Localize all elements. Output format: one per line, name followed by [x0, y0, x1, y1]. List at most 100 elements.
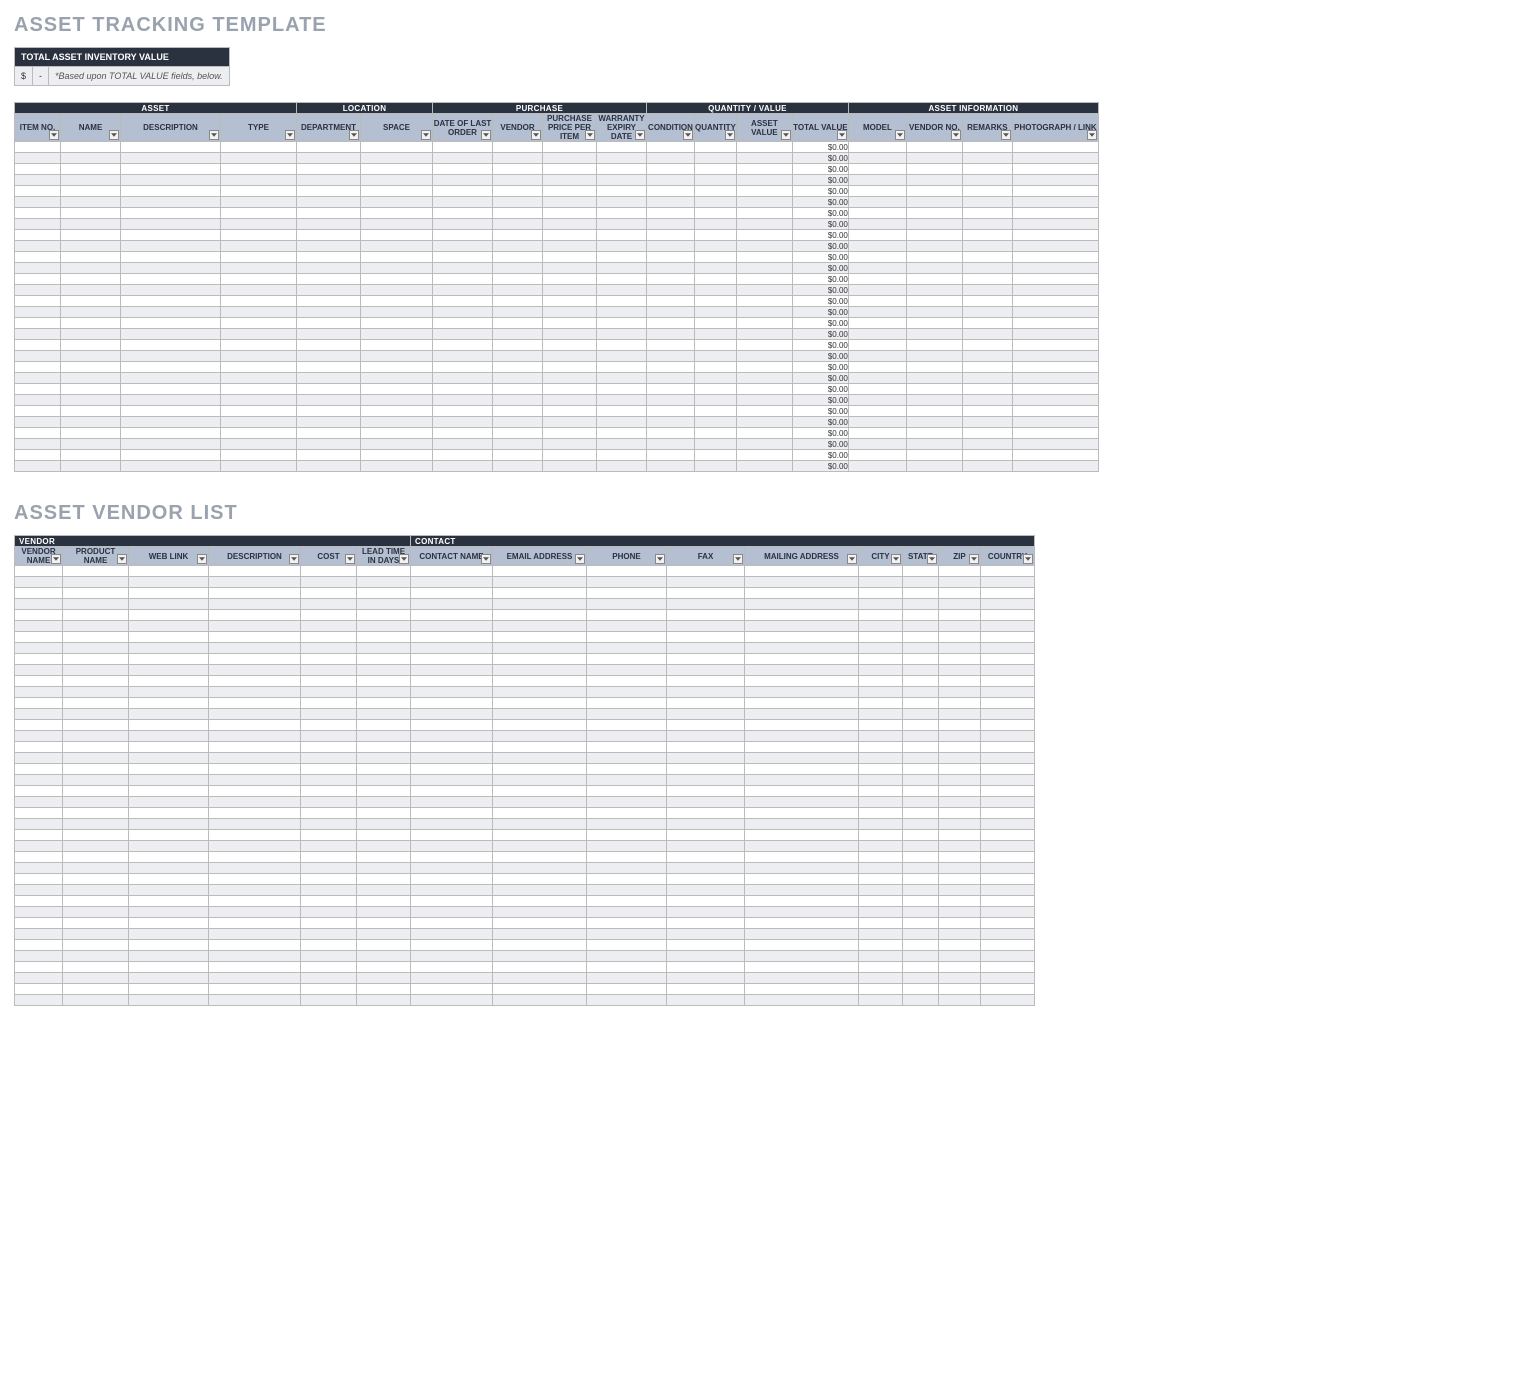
cell[interactable] [15, 318, 61, 329]
cell[interactable] [61, 219, 121, 230]
cell[interactable] [543, 450, 597, 461]
cell[interactable] [1012, 439, 1098, 450]
cell[interactable] [906, 384, 962, 395]
cell[interactable] [848, 461, 906, 472]
cell[interactable] [357, 951, 411, 962]
cell[interactable] [587, 753, 667, 764]
cell[interactable] [15, 753, 63, 764]
cell[interactable] [15, 186, 61, 197]
cell[interactable] [61, 296, 121, 307]
cell[interactable] [859, 742, 903, 753]
asset-col-9[interactable]: WARRANTY EXPIRY DATE [597, 114, 647, 142]
cell[interactable] [647, 142, 695, 153]
cell[interactable] [493, 995, 587, 1006]
cell[interactable] [745, 753, 859, 764]
cell[interactable] [301, 819, 357, 830]
cell[interactable] [433, 384, 493, 395]
cell[interactable] [981, 786, 1035, 797]
cell[interactable] [939, 676, 981, 687]
vendor-col-12[interactable]: STATE [903, 547, 939, 566]
cell[interactable] [981, 962, 1035, 973]
cell[interactable] [209, 940, 301, 951]
cell[interactable] [736, 461, 792, 472]
cell[interactable] [209, 599, 301, 610]
cell[interactable] [903, 852, 939, 863]
cell[interactable] [736, 406, 792, 417]
cell[interactable] [129, 852, 209, 863]
cell[interactable] [745, 775, 859, 786]
cell[interactable] [962, 263, 1012, 274]
cell[interactable] [493, 984, 587, 995]
cell[interactable] [15, 566, 63, 577]
cell[interactable] [209, 665, 301, 676]
cell[interactable] [1012, 395, 1098, 406]
cell[interactable] [121, 384, 221, 395]
cell[interactable] [361, 230, 433, 241]
cell[interactable] [667, 599, 745, 610]
cell[interactable] [61, 318, 121, 329]
cell[interactable] [962, 230, 1012, 241]
cell[interactable] [695, 241, 737, 252]
cell[interactable] [63, 775, 129, 786]
asset-col-6[interactable]: DATE OF LAST ORDER [433, 114, 493, 142]
cell[interactable] [297, 197, 361, 208]
cell[interactable] [587, 588, 667, 599]
cell[interactable]: $0.00 [792, 274, 848, 285]
cell[interactable] [981, 577, 1035, 588]
cell[interactable] [433, 263, 493, 274]
cell[interactable] [939, 962, 981, 973]
cell[interactable] [63, 742, 129, 753]
cell[interactable] [597, 230, 647, 241]
cell[interactable] [15, 995, 63, 1006]
cell[interactable] [962, 175, 1012, 186]
cell[interactable] [848, 439, 906, 450]
cell[interactable] [301, 687, 357, 698]
cell[interactable] [361, 406, 433, 417]
cell[interactable] [493, 318, 543, 329]
cell[interactable] [745, 654, 859, 665]
cell[interactable] [543, 164, 597, 175]
cell[interactable]: $0.00 [792, 241, 848, 252]
cell[interactable] [493, 395, 543, 406]
cell[interactable] [301, 874, 357, 885]
cell[interactable] [736, 252, 792, 263]
cell[interactable] [647, 439, 695, 450]
cell[interactable] [357, 753, 411, 764]
cell[interactable] [587, 819, 667, 830]
cell[interactable] [301, 720, 357, 731]
cell[interactable] [209, 841, 301, 852]
cell[interactable] [587, 775, 667, 786]
filter-dropdown-icon[interactable] [399, 554, 409, 564]
cell[interactable] [848, 417, 906, 428]
cell[interactable] [493, 764, 587, 775]
cell[interactable] [301, 764, 357, 775]
cell[interactable] [221, 175, 297, 186]
cell[interactable] [587, 687, 667, 698]
cell[interactable] [129, 808, 209, 819]
cell[interactable] [63, 907, 129, 918]
cell[interactable] [493, 698, 587, 709]
cell[interactable] [543, 329, 597, 340]
cell[interactable] [129, 698, 209, 709]
cell[interactable] [433, 219, 493, 230]
cell[interactable] [1012, 384, 1098, 395]
cell[interactable] [745, 995, 859, 1006]
cell[interactable] [981, 742, 1035, 753]
cell[interactable] [129, 786, 209, 797]
cell[interactable] [121, 395, 221, 406]
cell[interactable] [981, 874, 1035, 885]
cell[interactable] [221, 362, 297, 373]
cell[interactable] [15, 654, 63, 665]
cell[interactable] [493, 461, 543, 472]
cell[interactable] [433, 285, 493, 296]
cell[interactable] [129, 984, 209, 995]
cell[interactable] [667, 775, 745, 786]
cell[interactable] [493, 951, 587, 962]
cell[interactable] [848, 329, 906, 340]
cell[interactable] [209, 588, 301, 599]
cell[interactable] [63, 764, 129, 775]
cell[interactable] [121, 186, 221, 197]
cell[interactable] [981, 973, 1035, 984]
cell[interactable] [221, 373, 297, 384]
cell[interactable] [61, 351, 121, 362]
